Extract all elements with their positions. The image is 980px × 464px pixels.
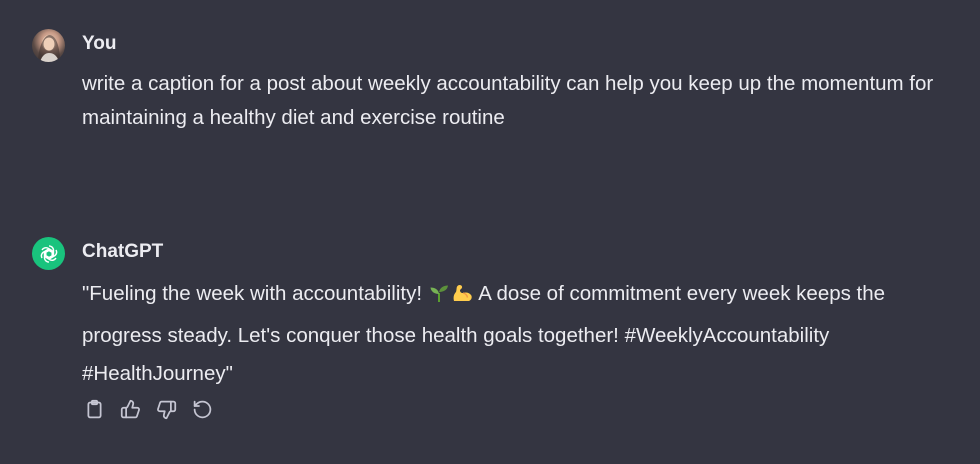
copy-button[interactable]: [82, 397, 107, 422]
regenerate-icon: [193, 400, 212, 419]
thumbs-down-button[interactable]: [154, 397, 179, 422]
user-author-name: You: [82, 33, 117, 54]
chatgpt-avatar: [32, 237, 65, 270]
seedling-emoji: [429, 278, 449, 317]
user-photo-icon: [38, 35, 60, 62]
regenerate-button[interactable]: [190, 397, 215, 422]
thumbs-down-icon: [157, 400, 177, 420]
chatgpt-author-name: ChatGPT: [82, 241, 164, 262]
user-message-text: write a caption for a post about weekly …: [82, 72, 934, 129]
assistant-message-text: "Fueling the week with accountability! A…: [82, 275, 962, 394]
user-avatar: [32, 29, 65, 62]
caption-text-start: "Fueling the week with accountability!: [82, 282, 428, 305]
flexed-biceps-emoji: [451, 278, 473, 317]
message-actions: [82, 397, 215, 422]
clipboard-icon: [87, 399, 102, 419]
thumbs-up-button[interactable]: [118, 397, 143, 422]
openai-logo-icon: [40, 244, 57, 263]
thumbs-up-icon: [120, 399, 140, 419]
